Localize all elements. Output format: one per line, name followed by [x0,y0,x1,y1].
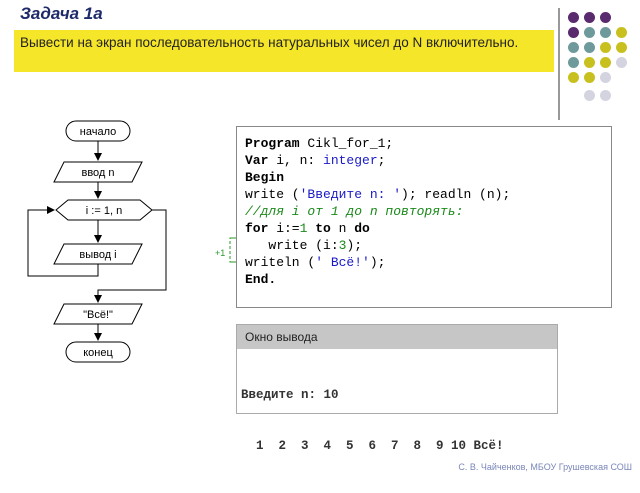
increment-label: +1 [215,248,226,258]
flow-output-label: вывод i [79,249,116,261]
flow-print-label: "Всё!" [83,309,113,321]
output-line-1: Введите n: 10 [241,388,339,402]
flow-input-label: ввод n [81,167,114,179]
code-block: Program Cikl_for_1; Var i, n: integer; B… [236,126,612,308]
flow-end-label: конец [83,347,113,359]
footer-credit: С. В. Чайченков, МБОУ Грушевская СОШ [458,462,632,472]
flow-start-label: начало [80,126,116,138]
output-window: Окно вывода Введите n: 10 1 2 3 4 5 6 7 … [236,324,558,453]
output-window-title: Окно вывода [237,325,557,349]
output-line-2: 1 2 3 4 5 6 7 8 9 10 Всё! [241,439,504,453]
flow-loop-label: i := 1, n [86,205,122,217]
